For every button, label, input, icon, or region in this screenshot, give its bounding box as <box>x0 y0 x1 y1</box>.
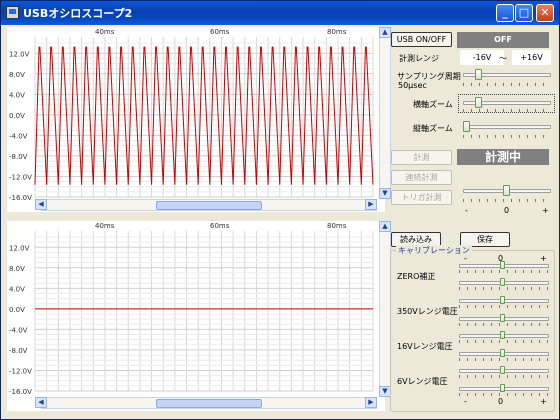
y-tick-label: 8.0V <box>9 265 25 273</box>
y-tick-label: 4.0V <box>9 91 25 99</box>
scroll-thumb[interactable] <box>156 399 262 408</box>
calibration-slider-thumb[interactable] <box>500 278 505 286</box>
v16-calibration-label: 16Vレンジ電圧 <box>397 342 453 351</box>
calibration-slider-thumb[interactable] <box>500 349 505 357</box>
y-tick-label: 8.0V <box>9 71 25 79</box>
measure-status: 計測中 <box>457 149 549 165</box>
scroll-right-icon[interactable]: ▶ <box>365 397 377 408</box>
measure-button[interactable]: 計測 <box>391 150 452 165</box>
y-tick-label: 12.0V <box>9 244 30 252</box>
range-max-field[interactable]: +16V <box>512 50 551 65</box>
y-tick-label: 0.0V <box>9 306 25 314</box>
title-bar[interactable]: USBオシロスコープ2 _ □ ✕ <box>1 1 559 25</box>
app-window: USBオシロスコープ2 _ □ ✕ 12.0V 8.0V 4.0V 0.0V -4.0V… <box>0 0 560 420</box>
lower-plot-hscroll[interactable] <box>41 397 377 409</box>
y-tick-label: -4.0V <box>9 132 28 140</box>
x-tick-label: 40ms <box>95 222 115 230</box>
trigger-plus-label: + <box>542 206 549 215</box>
calib-plus-label: + <box>540 254 547 263</box>
window-title: USBオシロスコープ2 <box>23 7 133 20</box>
scroll-up-icon[interactable]: ▲ <box>379 221 391 232</box>
hzoom-label: 横軸ズーム <box>413 100 453 109</box>
slider-ticks <box>459 393 549 396</box>
x-tick-label: 60ms <box>210 222 230 230</box>
scroll-left-icon[interactable]: ◀ <box>35 199 47 210</box>
vzoom-slider-track[interactable] <box>463 125 551 129</box>
upper-plot-hscroll[interactable] <box>41 199 377 211</box>
y-tick-label: 4.0V <box>9 285 25 293</box>
range-min-field[interactable]: -16V <box>460 50 504 65</box>
calib-minus-label: - <box>464 254 467 263</box>
vzoom-label: 縦軸ズーム <box>413 124 453 133</box>
maximize-button[interactable]: □ <box>515 4 533 22</box>
x-tick-label: 40ms <box>95 28 115 36</box>
slider-ticks <box>463 83 551 86</box>
slider-ticks <box>459 287 549 290</box>
trigger-measure-button[interactable]: トリガ計測 <box>391 190 452 205</box>
y-tick-label: 0.0V <box>9 112 25 120</box>
x-tick-label: 80ms <box>327 222 347 230</box>
y-tick-label: -16.0V <box>9 194 32 202</box>
x-tick-label: 80ms <box>327 28 347 36</box>
calibration-slider-thumb[interactable] <box>500 261 505 269</box>
v350-calibration-label: 350Vレンジ電圧 <box>397 307 458 316</box>
scroll-right-icon[interactable]: ▶ <box>365 199 377 210</box>
range-separator: 〜 <box>499 54 507 63</box>
sampling-slider-thumb[interactable] <box>475 69 482 80</box>
slider-ticks <box>463 199 551 202</box>
slider-ticks <box>459 375 549 378</box>
y-tick-label: -4.0V <box>9 326 28 334</box>
calibration-title: キャリブレーション <box>396 245 472 256</box>
y-tick-label: -16.0V <box>9 388 32 396</box>
calibration-slider-thumb[interactable] <box>500 331 505 339</box>
calibration-slider-thumb[interactable] <box>500 366 505 374</box>
close-button[interactable]: ✕ <box>536 4 554 22</box>
lower-plot[interactable]: 12.0V 8.0V 4.0V 0.0V -4.0V -8.0V -12.0V -16.0V 4… <box>7 221 391 411</box>
zero-calibration-label: ZERO補正 <box>397 272 436 281</box>
y-tick-label: -12.0V <box>9 173 32 181</box>
waveform-trace <box>34 46 374 185</box>
slider-ticks <box>459 270 549 273</box>
y-tick-label: 12.0V <box>9 50 30 58</box>
minimize-button[interactable]: _ <box>496 4 514 22</box>
y-tick-label: -8.0V <box>9 347 28 355</box>
slider-ticks <box>459 323 549 326</box>
calib-zero-label: 0 <box>498 397 504 406</box>
trigger-slider-thumb[interactable] <box>503 185 510 196</box>
calibration-slider-thumb[interactable] <box>500 384 505 392</box>
slider-ticks <box>459 305 549 308</box>
lower-plot-chart: 12.0V 8.0V 4.0V 0.0V -4.0V -8.0V -12.0V -16.0V 4… <box>9 222 374 396</box>
usb-onoff-button[interactable]: USB ON/OFF <box>391 32 452 47</box>
range-label: 計測レンジ <box>399 54 439 63</box>
slider-ticks <box>459 340 549 343</box>
vzoom-slider-thumb[interactable] <box>463 121 470 132</box>
scroll-down-icon[interactable]: ▼ <box>379 188 391 199</box>
usb-status: OFF <box>457 32 549 48</box>
y-tick-label: -8.0V <box>9 153 28 161</box>
upper-plot[interactable]: 12.0V 8.0V 4.0V 0.0V -4.0V -8.0V -12.0V -16.0V 4… <box>7 27 391 212</box>
sampling-value: 50μsec <box>398 81 427 90</box>
trigger-zero-label: 0 <box>504 206 510 215</box>
continuous-measure-button[interactable]: 連続計測 <box>391 170 452 185</box>
scroll-left-icon[interactable]: ◀ <box>35 397 47 408</box>
slider-ticks <box>463 109 551 112</box>
slider-ticks <box>463 135 551 138</box>
calibration-slider-thumb[interactable] <box>500 314 505 322</box>
hzoom-slider-thumb[interactable] <box>475 97 482 108</box>
scroll-up-icon[interactable]: ▲ <box>379 27 391 38</box>
calib-plus-label: + <box>540 397 547 406</box>
x-tick-label: 60ms <box>210 28 230 36</box>
scroll-thumb[interactable] <box>156 201 262 210</box>
calib-minus-label: - <box>464 397 467 406</box>
trigger-minus-label: - <box>465 206 468 215</box>
y-tick-label: -12.0V <box>9 367 32 375</box>
upper-plot-vscroll[interactable]: ▲ ▼ <box>379 27 391 199</box>
slider-ticks <box>459 358 549 361</box>
upper-plot-chart: 12.0V 8.0V 4.0V 0.0V -4.0V -8.0V -12.0V -16.0V 4… <box>9 28 374 202</box>
calibration-slider-thumb[interactable] <box>500 296 505 304</box>
app-icon <box>6 6 19 19</box>
v6-calibration-label: 6Vレンジ電圧 <box>397 377 448 386</box>
